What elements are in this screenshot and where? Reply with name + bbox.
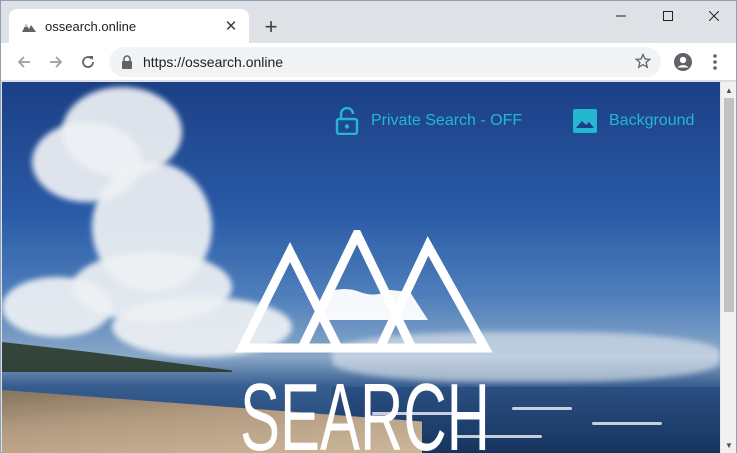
forward-arrow-icon [50,56,63,68]
browser-tab[interactable]: ossearch.online ✕ [9,9,249,43]
mountain-logo-icon [22,24,36,32]
image-icon [573,109,597,133]
browser-toolbar: https://ossearch.online [1,43,736,81]
background-button[interactable]: Background [573,109,694,133]
back-button[interactable] [11,49,37,75]
maximize-icon [663,11,673,21]
logo-text: SEARCH [240,364,490,453]
mountain-logo-graphic [234,230,493,353]
minimize-icon [616,15,626,17]
private-search-toggle[interactable]: Private Search - OFF [335,107,522,135]
page-viewport: Private Search - OFF Background SEARCH [2,82,720,453]
scroll-down-arrow-icon[interactable]: ▼ [721,437,737,453]
back-arrow-icon [17,56,30,68]
new-tab-button[interactable]: + [259,15,283,39]
private-search-label: Private Search - OFF [371,112,523,129]
maximize-button[interactable] [646,1,690,31]
background-cloud [2,277,112,337]
minimize-button[interactable] [599,1,643,31]
tab-title: ossearch.online [45,18,137,34]
reload-icon [82,56,94,68]
address-bar[interactable]: https://ossearch.online [109,47,661,77]
vertical-scrollbar[interactable]: ▲ ▼ [720,82,736,453]
mountain-snow-wave [318,289,428,320]
tab-close-icon[interactable]: ✕ [221,16,241,36]
profile-avatar-icon[interactable] [673,52,693,72]
unlock-icon [335,107,359,135]
forward-button[interactable] [43,49,69,75]
close-window-button[interactable] [692,1,736,31]
url-text[interactable]: https://ossearch.online [143,54,283,70]
reload-button[interactable] [75,49,101,75]
close-icon [709,11,719,21]
more-menu-icon[interactable] [709,52,721,72]
scrollbar-thumb[interactable] [724,98,734,312]
scroll-up-arrow-icon[interactable]: ▲ [721,82,737,98]
bookmark-star-icon[interactable] [635,53,651,69]
background-label: Background [609,112,695,129]
lock-icon [122,55,132,69]
tab-strip: ossearch.online ✕ + [1,1,736,43]
search-logo: SEARCH [234,230,493,453]
browser-window: ossearch.online ✕ + https://ossearch.onl… [0,0,737,453]
